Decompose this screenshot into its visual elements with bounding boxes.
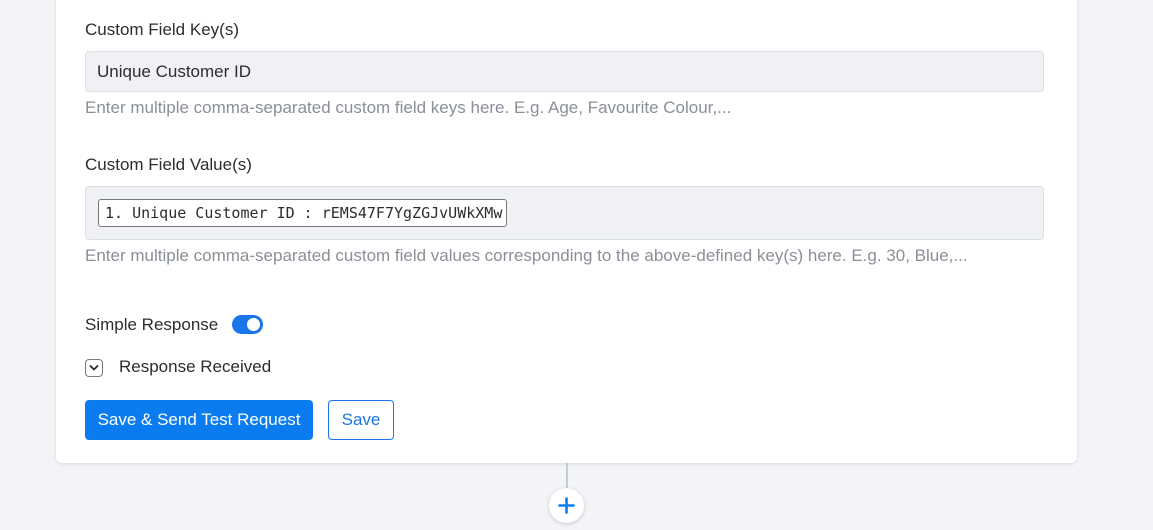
step-connector-line	[566, 463, 568, 490]
add-step-button[interactable]	[549, 488, 584, 523]
custom-field-values-input[interactable]: 1. Unique Customer ID : rEMS47F7YgZGJvUW…	[85, 186, 1044, 240]
simple-response-label: Simple Response	[85, 315, 219, 334]
custom-field-values-hint: Enter multiple comma-separated custom fi…	[85, 246, 968, 265]
plus-icon	[558, 497, 575, 514]
custom-field-keys-input[interactable]: Unique Customer ID	[85, 51, 1044, 92]
save-button[interactable]: Save	[328, 400, 394, 440]
response-received-label: Response Received	[119, 357, 272, 376]
custom-field-keys-value: Unique Customer ID	[97, 62, 252, 81]
toggle-knob	[247, 318, 260, 331]
response-received-expander[interactable]	[85, 359, 103, 377]
custom-field-keys-label: Custom Field Key(s)	[85, 20, 239, 39]
save-send-test-request-button[interactable]: Save & Send Test Request	[85, 400, 313, 440]
custom-field-values-label: Custom Field Value(s)	[85, 155, 252, 174]
custom-field-keys-hint: Enter multiple comma-separated custom fi…	[85, 98, 732, 117]
simple-response-toggle[interactable]	[232, 315, 263, 334]
custom-field-value-tag[interactable]: 1. Unique Customer ID : rEMS47F7YgZGJvUW…	[98, 199, 508, 227]
chevron-down-icon	[89, 365, 99, 371]
